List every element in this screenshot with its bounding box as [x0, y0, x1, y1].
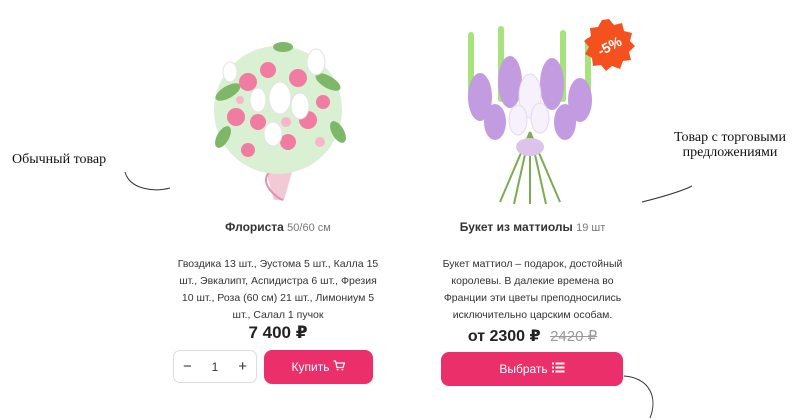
- quantity-stepper: − 1 +: [173, 350, 257, 383]
- select-button-label: Выбрать: [499, 362, 548, 376]
- product-description: Букет маттиол – подарок, достойный корол…: [442, 258, 623, 321]
- product-price: от 2300 ₽ 2420 ₽: [430, 326, 635, 346]
- increase-button[interactable]: +: [238, 358, 247, 375]
- product-title[interactable]: Букет из маттиолы 19 шт: [430, 220, 635, 234]
- product-image-pink-white-bouquet[interactable]: [188, 22, 368, 202]
- product-description: Гвоздика 13 шт., Эустома 5 шт., Калла 15…: [177, 258, 379, 321]
- cart-icon: [333, 360, 346, 374]
- list-icon: [551, 362, 565, 376]
- product-title[interactable]: Флориста 50/60 см: [170, 220, 386, 234]
- quantity-value[interactable]: 1: [212, 360, 219, 374]
- decrease-button[interactable]: −: [183, 358, 192, 375]
- select-button[interactable]: Выбрать: [441, 352, 623, 386]
- old-price: 2420 ₽: [550, 328, 598, 345]
- annotation-arrow-right: [641, 185, 693, 203]
- discount-badge: -5%: [584, 19, 635, 71]
- product-count: 19 шт: [576, 222, 606, 234]
- product-size: 50/60 см: [287, 222, 331, 234]
- annotation-arrow-left: [124, 171, 171, 191]
- buy-button[interactable]: Купить: [264, 350, 373, 384]
- annotation-regular-product: Обычный товар: [12, 152, 107, 167]
- current-price: от 2300 ₽: [467, 328, 541, 345]
- product-price: 7 400 ₽: [248, 323, 308, 342]
- product-name[interactable]: Букет из маттиолы: [460, 220, 573, 234]
- annotation-offers-product: Товар с торговыми предложениями: [673, 130, 787, 160]
- product-name[interactable]: Флориста: [225, 220, 284, 234]
- buy-button-label: Купить: [291, 360, 330, 374]
- annotation-arrow-bottom: [623, 375, 654, 419]
